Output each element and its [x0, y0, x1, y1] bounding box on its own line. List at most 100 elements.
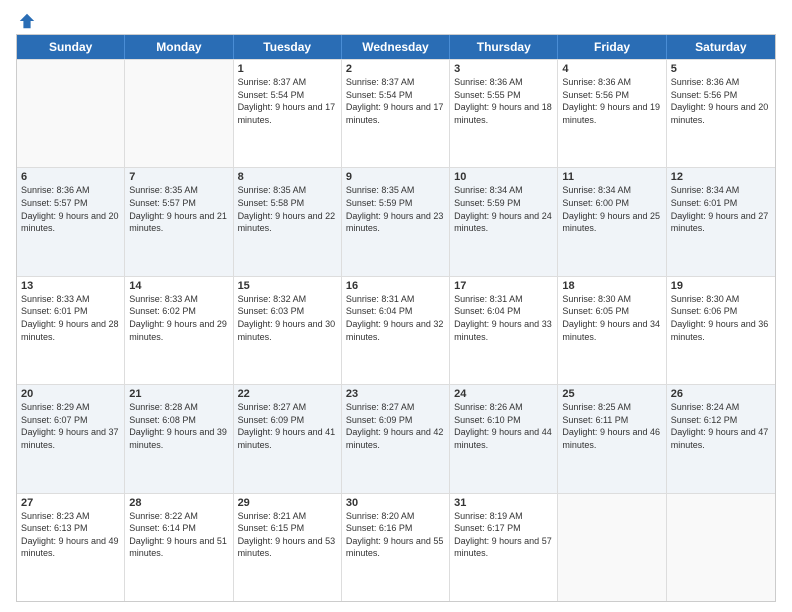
calendar-row-2: 13Sunrise: 8:33 AM Sunset: 6:01 PM Dayli… — [17, 276, 775, 384]
calendar-header-monday: Monday — [125, 35, 233, 59]
day-number: 2 — [346, 63, 445, 75]
day-number: 28 — [129, 497, 228, 509]
calendar-cell: 24Sunrise: 8:26 AM Sunset: 6:10 PM Dayli… — [450, 385, 558, 492]
day-detail: Sunrise: 8:21 AM Sunset: 6:15 PM Dayligh… — [238, 510, 337, 560]
day-number: 24 — [454, 388, 553, 400]
day-number: 18 — [562, 280, 661, 292]
day-number: 1 — [238, 63, 337, 75]
day-detail: Sunrise: 8:35 AM Sunset: 5:59 PM Dayligh… — [346, 184, 445, 234]
day-detail: Sunrise: 8:32 AM Sunset: 6:03 PM Dayligh… — [238, 293, 337, 343]
day-number: 30 — [346, 497, 445, 509]
day-detail: Sunrise: 8:27 AM Sunset: 6:09 PM Dayligh… — [238, 401, 337, 451]
calendar-cell: 8Sunrise: 8:35 AM Sunset: 5:58 PM Daylig… — [234, 168, 342, 275]
calendar-header-thursday: Thursday — [450, 35, 558, 59]
calendar-cell: 26Sunrise: 8:24 AM Sunset: 6:12 PM Dayli… — [667, 385, 775, 492]
day-number: 20 — [21, 388, 120, 400]
calendar-header: SundayMondayTuesdayWednesdayThursdayFrid… — [17, 35, 775, 59]
day-detail: Sunrise: 8:28 AM Sunset: 6:08 PM Dayligh… — [129, 401, 228, 451]
calendar-header-friday: Friday — [558, 35, 666, 59]
logo-icon — [18, 12, 36, 30]
calendar-cell: 16Sunrise: 8:31 AM Sunset: 6:04 PM Dayli… — [342, 277, 450, 384]
day-number: 15 — [238, 280, 337, 292]
day-number: 29 — [238, 497, 337, 509]
day-detail: Sunrise: 8:30 AM Sunset: 6:06 PM Dayligh… — [671, 293, 771, 343]
calendar-header-saturday: Saturday — [667, 35, 775, 59]
calendar-cell: 7Sunrise: 8:35 AM Sunset: 5:57 PM Daylig… — [125, 168, 233, 275]
calendar-cell: 10Sunrise: 8:34 AM Sunset: 5:59 PM Dayli… — [450, 168, 558, 275]
calendar-cell: 29Sunrise: 8:21 AM Sunset: 6:15 PM Dayli… — [234, 494, 342, 601]
day-number: 23 — [346, 388, 445, 400]
day-number: 4 — [562, 63, 661, 75]
calendar-cell: 18Sunrise: 8:30 AM Sunset: 6:05 PM Dayli… — [558, 277, 666, 384]
day-number: 25 — [562, 388, 661, 400]
calendar-cell — [558, 494, 666, 601]
calendar-header-tuesday: Tuesday — [234, 35, 342, 59]
calendar-row-4: 27Sunrise: 8:23 AM Sunset: 6:13 PM Dayli… — [17, 493, 775, 601]
day-detail: Sunrise: 8:19 AM Sunset: 6:17 PM Dayligh… — [454, 510, 553, 560]
calendar-cell: 23Sunrise: 8:27 AM Sunset: 6:09 PM Dayli… — [342, 385, 450, 492]
calendar-cell: 11Sunrise: 8:34 AM Sunset: 6:00 PM Dayli… — [558, 168, 666, 275]
day-detail: Sunrise: 8:37 AM Sunset: 5:54 PM Dayligh… — [346, 76, 445, 126]
calendar-cell: 31Sunrise: 8:19 AM Sunset: 6:17 PM Dayli… — [450, 494, 558, 601]
day-detail: Sunrise: 8:24 AM Sunset: 6:12 PM Dayligh… — [671, 401, 771, 451]
calendar-cell: 6Sunrise: 8:36 AM Sunset: 5:57 PM Daylig… — [17, 168, 125, 275]
day-detail: Sunrise: 8:34 AM Sunset: 6:00 PM Dayligh… — [562, 184, 661, 234]
day-detail: Sunrise: 8:33 AM Sunset: 6:02 PM Dayligh… — [129, 293, 228, 343]
calendar: SundayMondayTuesdayWednesdayThursdayFrid… — [16, 34, 776, 602]
calendar-cell — [667, 494, 775, 601]
day-detail: Sunrise: 8:34 AM Sunset: 6:01 PM Dayligh… — [671, 184, 771, 234]
day-number: 7 — [129, 171, 228, 183]
day-detail: Sunrise: 8:25 AM Sunset: 6:11 PM Dayligh… — [562, 401, 661, 451]
day-detail: Sunrise: 8:36 AM Sunset: 5:56 PM Dayligh… — [562, 76, 661, 126]
calendar-cell: 14Sunrise: 8:33 AM Sunset: 6:02 PM Dayli… — [125, 277, 233, 384]
day-number: 3 — [454, 63, 553, 75]
day-detail: Sunrise: 8:34 AM Sunset: 5:59 PM Dayligh… — [454, 184, 553, 234]
day-detail: Sunrise: 8:31 AM Sunset: 6:04 PM Dayligh… — [454, 293, 553, 343]
calendar-cell: 28Sunrise: 8:22 AM Sunset: 6:14 PM Dayli… — [125, 494, 233, 601]
calendar-cell: 30Sunrise: 8:20 AM Sunset: 6:16 PM Dayli… — [342, 494, 450, 601]
calendar-cell: 19Sunrise: 8:30 AM Sunset: 6:06 PM Dayli… — [667, 277, 775, 384]
calendar-cell: 4Sunrise: 8:36 AM Sunset: 5:56 PM Daylig… — [558, 60, 666, 167]
day-number: 17 — [454, 280, 553, 292]
logo — [16, 12, 36, 26]
day-detail: Sunrise: 8:36 AM Sunset: 5:55 PM Dayligh… — [454, 76, 553, 126]
day-detail: Sunrise: 8:20 AM Sunset: 6:16 PM Dayligh… — [346, 510, 445, 560]
calendar-cell: 5Sunrise: 8:36 AM Sunset: 5:56 PM Daylig… — [667, 60, 775, 167]
day-number: 10 — [454, 171, 553, 183]
day-detail: Sunrise: 8:36 AM Sunset: 5:57 PM Dayligh… — [21, 184, 120, 234]
day-number: 14 — [129, 280, 228, 292]
day-detail: Sunrise: 8:30 AM Sunset: 6:05 PM Dayligh… — [562, 293, 661, 343]
day-detail: Sunrise: 8:33 AM Sunset: 6:01 PM Dayligh… — [21, 293, 120, 343]
calendar-header-wednesday: Wednesday — [342, 35, 450, 59]
calendar-cell: 12Sunrise: 8:34 AM Sunset: 6:01 PM Dayli… — [667, 168, 775, 275]
calendar-cell: 9Sunrise: 8:35 AM Sunset: 5:59 PM Daylig… — [342, 168, 450, 275]
day-number: 21 — [129, 388, 228, 400]
calendar-cell — [17, 60, 125, 167]
calendar-row-3: 20Sunrise: 8:29 AM Sunset: 6:07 PM Dayli… — [17, 384, 775, 492]
calendar-row-1: 6Sunrise: 8:36 AM Sunset: 5:57 PM Daylig… — [17, 167, 775, 275]
calendar-cell: 27Sunrise: 8:23 AM Sunset: 6:13 PM Dayli… — [17, 494, 125, 601]
day-number: 5 — [671, 63, 771, 75]
calendar-body: 1Sunrise: 8:37 AM Sunset: 5:54 PM Daylig… — [17, 59, 775, 601]
day-number: 27 — [21, 497, 120, 509]
calendar-cell: 15Sunrise: 8:32 AM Sunset: 6:03 PM Dayli… — [234, 277, 342, 384]
day-number: 12 — [671, 171, 771, 183]
day-detail: Sunrise: 8:37 AM Sunset: 5:54 PM Dayligh… — [238, 76, 337, 126]
day-detail: Sunrise: 8:23 AM Sunset: 6:13 PM Dayligh… — [21, 510, 120, 560]
day-detail: Sunrise: 8:36 AM Sunset: 5:56 PM Dayligh… — [671, 76, 771, 126]
calendar-cell: 2Sunrise: 8:37 AM Sunset: 5:54 PM Daylig… — [342, 60, 450, 167]
day-detail: Sunrise: 8:22 AM Sunset: 6:14 PM Dayligh… — [129, 510, 228, 560]
calendar-cell: 20Sunrise: 8:29 AM Sunset: 6:07 PM Dayli… — [17, 385, 125, 492]
day-number: 19 — [671, 280, 771, 292]
calendar-cell: 25Sunrise: 8:25 AM Sunset: 6:11 PM Dayli… — [558, 385, 666, 492]
day-number: 6 — [21, 171, 120, 183]
day-number: 16 — [346, 280, 445, 292]
day-number: 22 — [238, 388, 337, 400]
day-number: 9 — [346, 171, 445, 183]
calendar-row-0: 1Sunrise: 8:37 AM Sunset: 5:54 PM Daylig… — [17, 59, 775, 167]
day-number: 13 — [21, 280, 120, 292]
page: SundayMondayTuesdayWednesdayThursdayFrid… — [0, 0, 792, 612]
calendar-cell: 13Sunrise: 8:33 AM Sunset: 6:01 PM Dayli… — [17, 277, 125, 384]
calendar-cell: 1Sunrise: 8:37 AM Sunset: 5:54 PM Daylig… — [234, 60, 342, 167]
calendar-cell: 3Sunrise: 8:36 AM Sunset: 5:55 PM Daylig… — [450, 60, 558, 167]
